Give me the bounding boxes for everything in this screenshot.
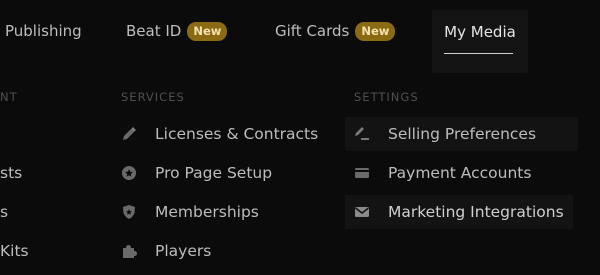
star-badge-icon: [121, 165, 137, 181]
active-tab-underline: [444, 53, 513, 54]
services-heading: SERVICES: [121, 90, 185, 104]
card-icon: [354, 165, 370, 181]
shield-star-icon: [121, 204, 137, 220]
pen-icon: [121, 126, 137, 142]
left-section-heading: NT: [0, 90, 18, 104]
menu-item-label: Marketing Integrations: [388, 203, 564, 221]
top-navigation: Publishing Beat ID New Gift Cards New My…: [0, 0, 600, 73]
menu-item-label: Selling Preferences: [388, 125, 537, 143]
left-item-2[interactable]: s: [0, 203, 8, 221]
tab-label: Publishing: [5, 22, 82, 40]
left-item-3[interactable]: Kits: [0, 242, 29, 260]
tab-gift-cards[interactable]: Gift Cards New: [275, 0, 396, 62]
new-badge: New: [187, 21, 228, 41]
menu-item-selling-preferences[interactable]: Selling Preferences: [345, 117, 578, 151]
mail-icon: [354, 204, 370, 220]
menu-item-label: Licenses & Contracts: [155, 125, 319, 143]
tab-publishing[interactable]: Publishing: [5, 0, 82, 62]
menu-item-pro-page-setup[interactable]: Pro Page Setup: [121, 156, 272, 190]
menu-item-memberships[interactable]: Memberships: [121, 195, 259, 229]
settings-heading: SETTINGS: [354, 90, 419, 104]
menu-item-label: Players: [155, 242, 212, 260]
menu-item-label: Pro Page Setup: [155, 164, 273, 182]
new-badge: New: [355, 21, 396, 41]
menu-item-licenses-contracts[interactable]: Licenses & Contracts: [121, 117, 318, 151]
menu-item-label: Memberships: [155, 203, 259, 221]
menu-item-label: Payment Accounts: [388, 164, 532, 182]
signature-icon: [354, 126, 370, 142]
menu-item-marketing-integrations[interactable]: Marketing Integrations: [345, 195, 573, 229]
left-item-1[interactable]: sts: [0, 164, 22, 182]
tab-beat-id[interactable]: Beat ID New: [126, 0, 228, 62]
tab-label: Gift Cards: [275, 22, 350, 40]
puzzle-icon: [121, 243, 137, 259]
tab-my-media[interactable]: My Media: [432, 10, 528, 73]
menu-item-payment-accounts[interactable]: Payment Accounts: [354, 156, 531, 190]
tab-label: Beat ID: [126, 22, 182, 40]
menu-item-players[interactable]: Players: [121, 234, 211, 268]
tab-label: My Media: [444, 23, 516, 41]
